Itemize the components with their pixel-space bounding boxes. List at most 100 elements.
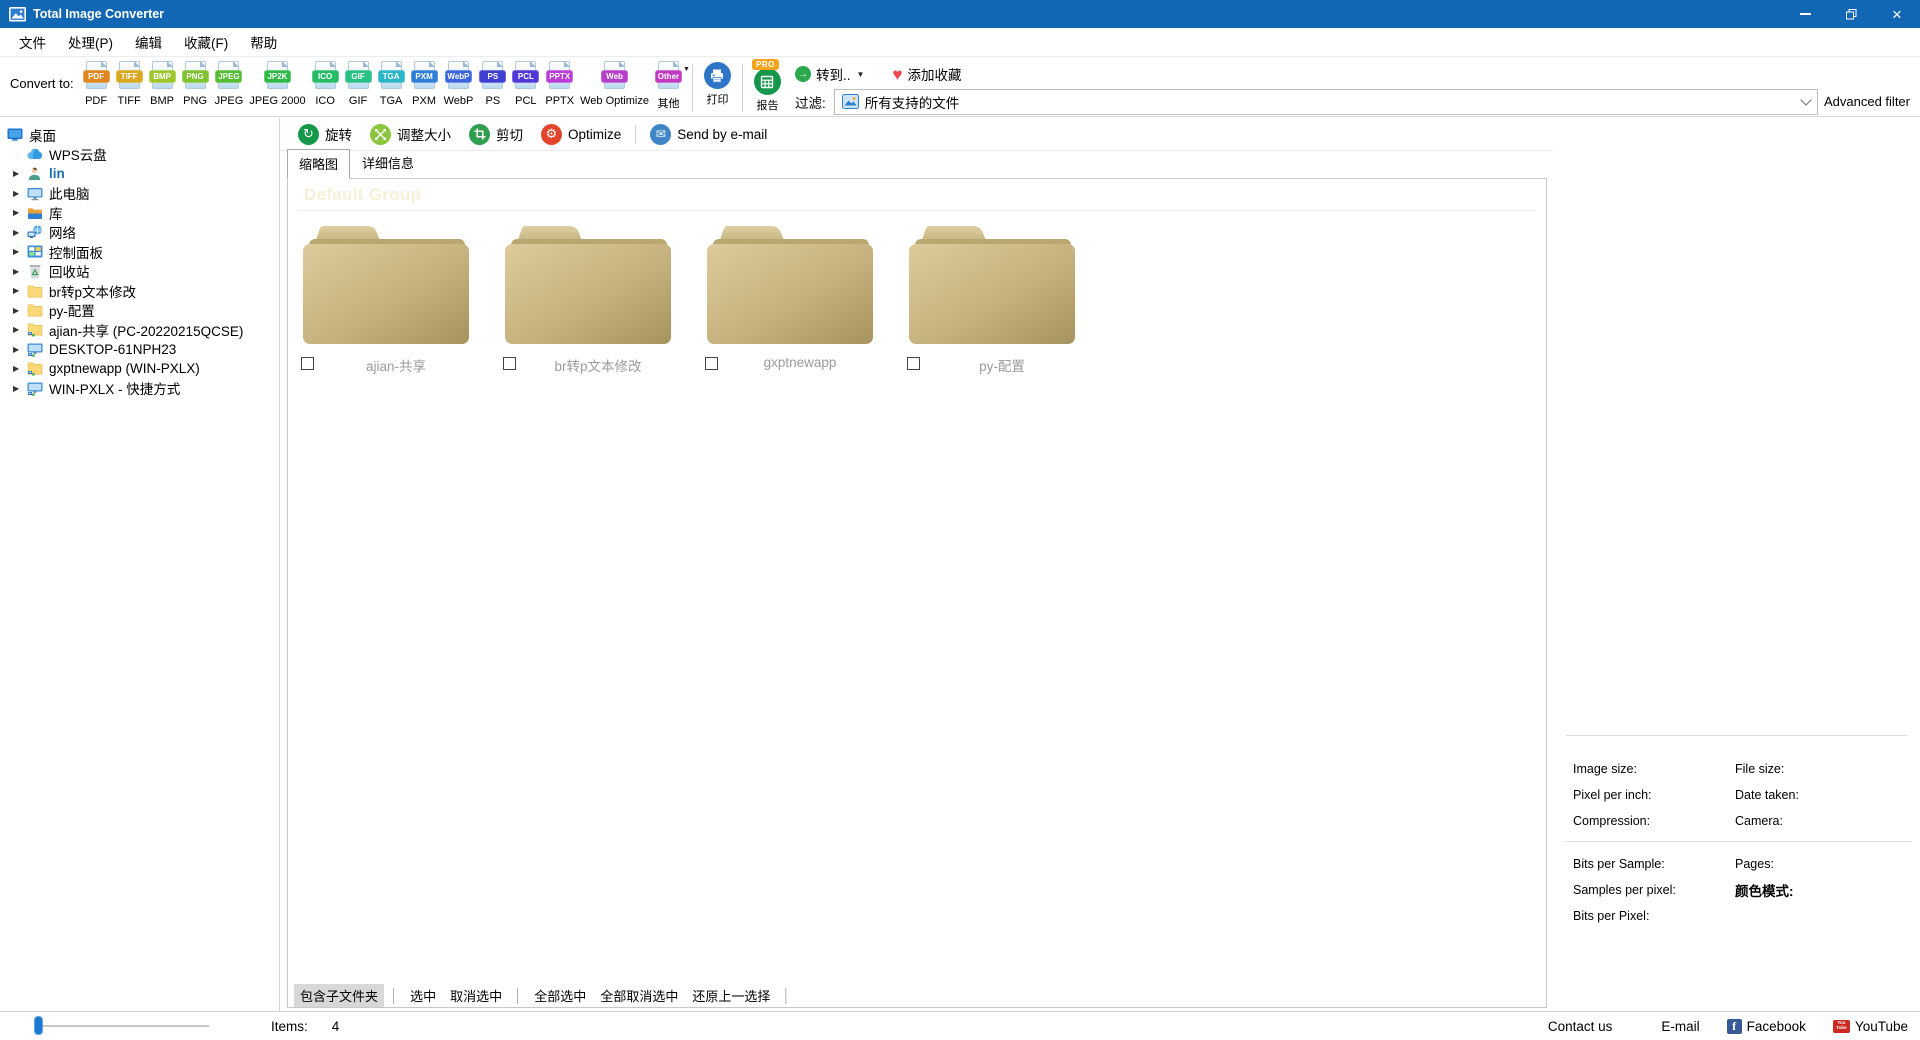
sidebar-item-ajian-share[interactable]: ▶ ajian-共享 (PC-20220215QCSE) xyxy=(0,320,279,340)
expand-arrow-icon[interactable]: ▶ xyxy=(13,208,26,217)
format-button-png[interactable]: PNG PNG xyxy=(179,60,212,107)
report-button[interactable]: PRO 报告 xyxy=(750,60,785,113)
youtube-link[interactable]: YouTube YouTube xyxy=(1833,1019,1908,1034)
format-button-tga[interactable]: TGA TGA xyxy=(375,60,408,107)
expand-arrow-icon[interactable]: ▶ xyxy=(13,169,26,178)
expand-arrow-icon[interactable]: ▶ xyxy=(13,267,26,276)
menu-process[interactable]: 处理(P) xyxy=(57,28,124,56)
sidebar-item-win-pxlx-shortcut[interactable]: ▶ WIN-PXLX - 快捷方式 xyxy=(0,379,279,399)
thumbnail-size-slider[interactable] xyxy=(37,1025,209,1027)
close-button[interactable]: × xyxy=(1874,0,1920,28)
field-file-size: File size: xyxy=(1735,762,1784,776)
expand-arrow-icon[interactable]: ▶ xyxy=(13,384,26,393)
add-favorites-button[interactable]: ♥ 添加收藏 xyxy=(892,64,961,84)
sidebar-item-control-panel[interactable]: ▶ 控制面板 xyxy=(0,242,279,262)
menu-file[interactable]: 文件 xyxy=(8,28,57,56)
view-tabs: 缩略图 详细信息 xyxy=(280,151,1553,178)
filter-dropdown[interactable]: 所有支持的文件 xyxy=(834,89,1818,115)
expand-arrow-icon[interactable]: ▶ xyxy=(13,286,26,295)
sidebar-item-gxptnewapp[interactable]: ▶ gxptnewapp (WIN-PXLX) xyxy=(0,359,279,379)
format-button-pptx[interactable]: PPTX PPTX xyxy=(542,60,577,107)
folder-item[interactable]: br转p文本修改 xyxy=(503,224,705,373)
library-icon xyxy=(26,205,43,221)
sidebar-item-wps-cloud[interactable]: WPS云盘 xyxy=(0,145,279,165)
folder-item[interactable]: ajian-共享 xyxy=(301,224,503,373)
sidebar-item-desktop-61nph23[interactable]: ▶ DESKTOP-61NPH23 xyxy=(0,340,279,360)
tree-label: ajian-共享 (PC-20220215QCSE) xyxy=(49,320,243,340)
optimize-button[interactable]: ⚙ Optimize xyxy=(532,124,630,145)
menu-edit[interactable]: 编辑 xyxy=(124,28,173,56)
include-subfolders-button[interactable]: 包含子文件夹 xyxy=(294,984,384,1007)
format-button-gif[interactable]: GIF GIF xyxy=(342,60,375,107)
sidebar-item-libraries[interactable]: ▶ 库 xyxy=(0,203,279,223)
folder-checkbox[interactable] xyxy=(907,357,920,370)
sidebar-item-lin[interactable]: ▶ lin xyxy=(0,164,279,184)
print-button[interactable]: 打印 xyxy=(700,60,735,107)
folder-checkbox[interactable] xyxy=(705,357,718,370)
sidebar-item-recycle-bin[interactable]: ▶ 回收站 xyxy=(0,262,279,282)
tab-details[interactable]: 详细信息 xyxy=(350,148,426,178)
uncheck-button[interactable]: 取消选中 xyxy=(444,984,508,1007)
format-button-pcl[interactable]: PCL PCL xyxy=(509,60,542,107)
web-file-icon: Web xyxy=(601,61,628,92)
field-bits-per-sample: Bits per Sample: xyxy=(1573,857,1735,871)
restore-selection-button[interactable]: 还原上一选择 xyxy=(686,984,776,1007)
restore-button[interactable] xyxy=(1828,0,1874,28)
menu-favorites[interactable]: 收藏(F) xyxy=(173,28,239,56)
tab-thumbnails[interactable]: 缩略图 xyxy=(287,149,350,179)
crop-button[interactable]: 剪切 xyxy=(460,124,532,145)
tree-label: 桌面 xyxy=(29,125,56,145)
sidebar-item-this-pc[interactable]: ▶ 此电脑 xyxy=(0,184,279,204)
format-button-webp[interactable]: WebP WebP xyxy=(441,60,477,107)
sidebar-item-brzhuanp[interactable]: ▶ br转p文本修改 xyxy=(0,281,279,301)
sidebar-item-network[interactable]: ▶ 网络 xyxy=(0,223,279,243)
format-button-other[interactable]: Other ▼ 其他 xyxy=(652,60,685,111)
check-all-button[interactable]: 全部选中 xyxy=(528,984,592,1007)
sidebar-item-py-config[interactable]: ▶ py-配置 xyxy=(0,301,279,321)
goto-label: 转到.. xyxy=(816,64,851,84)
advanced-filter-link[interactable]: Advanced filter xyxy=(1824,94,1910,109)
format-button-jp2k[interactable]: JP2K JPEG 2000 xyxy=(246,60,308,107)
contact-us-link[interactable]: Contact us xyxy=(1548,1019,1613,1034)
convert-toolbar: Convert to: PDF PDF TIFF TIFF BMP BMP PN… xyxy=(0,57,1920,117)
folder-item[interactable]: py-配置 xyxy=(907,224,1109,373)
slider-handle[interactable] xyxy=(34,1016,43,1035)
format-button-pxm[interactable]: PXM PXM xyxy=(408,60,441,107)
minimize-button[interactable] xyxy=(1782,0,1828,28)
expand-arrow-icon[interactable]: ▶ xyxy=(13,345,26,354)
panel-divider xyxy=(1566,735,1907,736)
menu-help[interactable]: 帮助 xyxy=(239,28,288,56)
format-button-ico[interactable]: ICO ICO xyxy=(309,60,342,107)
selection-bar: 包含子文件夹 │ 选中 取消选中 │ 全部选中 全部取消选中 还原上一选择 │ xyxy=(288,983,1546,1007)
folder-checkbox[interactable] xyxy=(301,357,314,370)
format-button-jpeg[interactable]: JPEG JPEG xyxy=(212,60,247,107)
rotate-button[interactable]: ↻ 旋转 xyxy=(289,124,361,145)
expand-arrow-icon[interactable]: ▶ xyxy=(13,228,26,237)
email-link[interactable]: E-mail xyxy=(1661,1019,1699,1034)
format-button-tiff[interactable]: TIFF TIFF xyxy=(113,60,146,107)
uncheck-all-button[interactable]: 全部取消选中 xyxy=(594,984,684,1007)
format-button-pdf[interactable]: PDF PDF xyxy=(80,60,113,107)
crop-icon xyxy=(469,124,490,145)
field-camera: Camera: xyxy=(1735,814,1783,828)
send-email-button[interactable]: ✉ Send by e-mail xyxy=(641,124,776,145)
format-button-bmp[interactable]: BMP BMP xyxy=(146,60,179,107)
folder-checkbox[interactable] xyxy=(503,357,516,370)
user-icon xyxy=(26,166,43,182)
expand-arrow-icon[interactable]: ▶ xyxy=(13,247,26,256)
sidebar-item-desktop[interactable]: 桌面 xyxy=(0,125,279,145)
resize-button[interactable]: 调整大小 xyxy=(361,124,460,145)
chevron-down-icon: ▼ xyxy=(683,66,690,73)
folder-item[interactable]: gxptnewapp xyxy=(705,224,907,373)
check-button[interactable]: 选中 xyxy=(404,984,442,1007)
expand-arrow-icon[interactable]: ▶ xyxy=(13,364,26,373)
format-button-web-optimize[interactable]: Web Web Optimize xyxy=(577,60,652,107)
tree-label: 控制面板 xyxy=(49,242,103,262)
expand-arrow-icon[interactable]: ▶ xyxy=(13,189,26,198)
folder-thumbnail-icon xyxy=(705,224,875,346)
convert-to-button[interactable]: → 转到.. ▼ xyxy=(795,64,864,84)
expand-arrow-icon[interactable]: ▶ xyxy=(13,306,26,315)
expand-arrow-icon[interactable]: ▶ xyxy=(13,325,26,334)
facebook-link[interactable]: f Facebook xyxy=(1727,1019,1806,1034)
format-button-ps[interactable]: PS PS xyxy=(476,60,509,107)
